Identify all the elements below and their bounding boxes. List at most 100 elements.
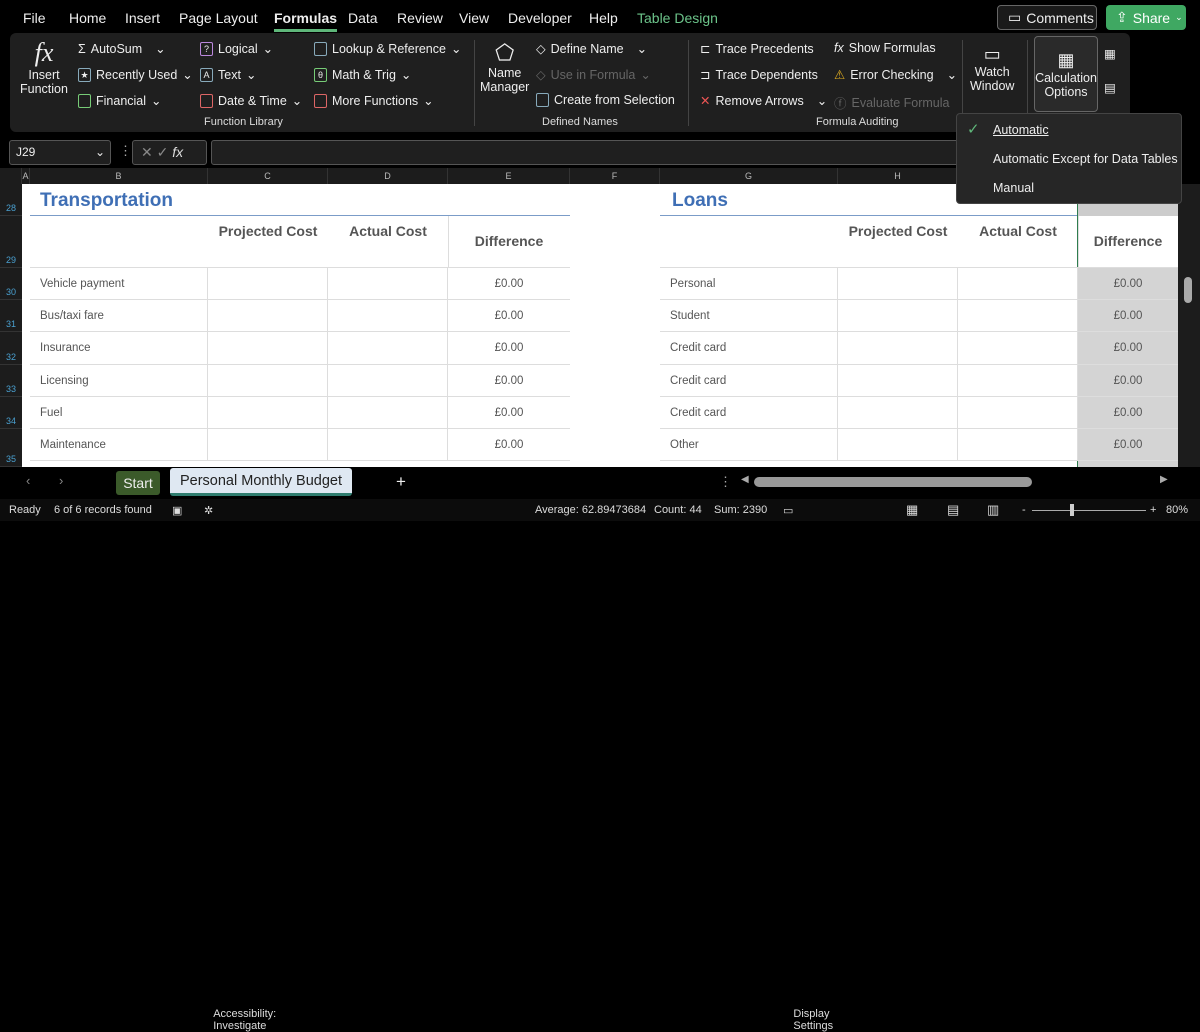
projected-cost-cell[interactable] [208, 300, 328, 332]
item-label[interactable]: Maintenance [30, 429, 208, 461]
actual-cost-cell[interactable] [328, 268, 448, 300]
comments-button[interactable]: ▭ Comments [997, 5, 1097, 30]
insert-function-button[interactable]: fx Insert Function [20, 38, 68, 96]
projected-cost-cell[interactable] [838, 332, 958, 365]
item-label[interactable]: Credit card [660, 332, 838, 365]
date-time-button[interactable]: Date & Time ⌄ [200, 93, 302, 108]
more-icon[interactable]: ⋮ [719, 474, 732, 490]
column-header[interactable]: D [328, 168, 448, 184]
cancel-icon[interactable]: ✕ [141, 144, 157, 160]
difference-cell[interactable]: £0.00 [1078, 365, 1178, 397]
item-label[interactable]: Fuel [30, 397, 208, 429]
difference-cell[interactable]: £0.00 [448, 268, 570, 300]
actual-cost-cell[interactable] [958, 429, 1078, 461]
tab-view[interactable]: View [459, 10, 489, 26]
enter-icon[interactable]: ✓ [157, 144, 173, 160]
actual-cost-cell[interactable] [328, 397, 448, 429]
remove-arrows-button[interactable]: ✕ Remove Arrows ⌄ [700, 93, 827, 109]
scroll-right-icon[interactable]: › [59, 473, 63, 488]
item-label[interactable]: Vehicle payment [30, 268, 208, 300]
projected-cost-cell[interactable] [208, 332, 328, 365]
scroll-right-icon[interactable]: ▶ [1160, 474, 1168, 485]
actual-cost-cell[interactable] [958, 397, 1078, 429]
zoom-in-button[interactable]: + [1150, 504, 1156, 516]
page-layout-view-icon[interactable]: ▤ [947, 502, 959, 518]
difference-cell[interactable]: £0.00 [1078, 300, 1178, 332]
use-in-formula-button[interactable]: ◇ Use in Formula ⌄ [536, 67, 651, 83]
status-average[interactable]: Average: 62.89473684 [535, 504, 646, 516]
zoom-slider-thumb[interactable] [1070, 504, 1074, 516]
item-label[interactable]: Credit card [660, 397, 838, 429]
tab-data[interactable]: Data [348, 10, 378, 26]
item-label[interactable]: Insurance [30, 332, 208, 365]
tab-help[interactable]: Help [589, 10, 618, 26]
column-header[interactable]: B [30, 168, 208, 184]
menu-item-automatic-except-tables[interactable]: Automatic Except for Data Tables [993, 152, 1178, 166]
tab-review[interactable]: Review [397, 10, 443, 26]
evaluate-formula-button[interactable]: ⓕ Evaluate Formula [834, 93, 949, 112]
tab-table-design[interactable]: Table Design [637, 10, 718, 26]
column-header[interactable]: G [660, 168, 838, 184]
vertical-scrollbar[interactable] [1178, 184, 1200, 467]
more-functions-button[interactable]: More Functions ⌄ [314, 93, 434, 108]
select-all[interactable] [0, 168, 22, 184]
actual-cost-cell[interactable] [328, 300, 448, 332]
sheet-tab-start[interactable]: Start [116, 471, 160, 495]
tab-formulas[interactable]: Formulas [274, 10, 338, 32]
calculation-options-button[interactable]: ▦ Calculation Options [1034, 36, 1098, 112]
menu-item-manual[interactable]: Manual [993, 181, 1034, 195]
actual-cost-cell[interactable] [958, 365, 1078, 397]
projected-cost-cell[interactable] [838, 300, 958, 332]
column-header[interactable]: H [838, 168, 958, 184]
actual-cost-cell[interactable] [328, 429, 448, 461]
zoom-slider[interactable] [1032, 510, 1146, 511]
row-header[interactable]: 29 [0, 216, 22, 268]
tab-insert[interactable]: Insert [125, 10, 160, 26]
row-header[interactable]: 34 [0, 397, 22, 429]
item-label[interactable]: Student [660, 300, 838, 332]
projected-cost-cell[interactable] [208, 429, 328, 461]
row-header[interactable]: 28 [0, 184, 22, 216]
actual-cost-cell[interactable] [958, 268, 1078, 300]
difference-cell[interactable]: £0.00 [448, 429, 570, 461]
error-checking-button[interactable]: ⚠ Error Checking ⌄ [834, 67, 957, 83]
row-header[interactable]: 31 [0, 300, 22, 332]
text-button[interactable]: A Text ⌄ [200, 67, 256, 82]
actual-cost-cell[interactable] [328, 332, 448, 365]
lookup-reference-button[interactable]: Lookup & Reference ⌄ [314, 41, 461, 56]
column-header[interactable]: C [208, 168, 328, 184]
watch-window-button[interactable]: ▭ Watch Window [970, 44, 1014, 93]
item-label[interactable]: Bus/taxi fare [30, 300, 208, 332]
share-button[interactable]: ⇪ Share ⌄ [1106, 5, 1186, 30]
zoom-level[interactable]: 80% [1166, 504, 1188, 516]
projected-cost-cell[interactable] [208, 397, 328, 429]
zoom-out-button[interactable]: - [1022, 504, 1026, 516]
tab-developer[interactable]: Developer [508, 10, 572, 26]
insert-function-icon[interactable]: fx [172, 144, 183, 160]
tab-file[interactable]: File [23, 10, 46, 26]
projected-cost-cell[interactable] [838, 268, 958, 300]
sheet-tab-personal-monthly-budget[interactable]: Personal Monthly Budget [170, 468, 352, 496]
difference-cell[interactable]: £0.00 [1078, 397, 1178, 429]
column-header[interactable]: F [570, 168, 660, 184]
actual-cost-cell[interactable] [328, 365, 448, 397]
define-name-button[interactable]: ◇ Define Name ⌄ [536, 41, 647, 57]
add-sheet-button[interactable]: + [396, 472, 406, 492]
horizontal-scrollbar[interactable] [754, 477, 1032, 487]
column-header[interactable]: A [22, 168, 30, 184]
tab-home[interactable]: Home [69, 10, 106, 26]
normal-view-icon[interactable]: ▦ [906, 502, 918, 518]
accessibility-button[interactable]: ✲ Accessibility: Investigate [204, 504, 276, 1032]
actual-cost-cell[interactable] [958, 300, 1078, 332]
item-label[interactable]: Credit card [660, 365, 838, 397]
difference-cell[interactable]: £0.00 [448, 365, 570, 397]
logical-button[interactable]: ? Logical ⌄ [200, 41, 273, 56]
item-label[interactable]: Other [660, 429, 838, 461]
name-box[interactable]: J29 ⌄ [9, 140, 111, 165]
row-header[interactable]: 33 [0, 365, 22, 397]
worksheet-grid[interactable]: Transportation Loans Projected Cost Actua… [22, 184, 1178, 467]
item-label[interactable]: Licensing [30, 365, 208, 397]
actual-cost-cell[interactable] [958, 332, 1078, 365]
name-manager-button[interactable]: ⬠ Name Manager [480, 40, 529, 94]
projected-cost-cell[interactable] [838, 397, 958, 429]
